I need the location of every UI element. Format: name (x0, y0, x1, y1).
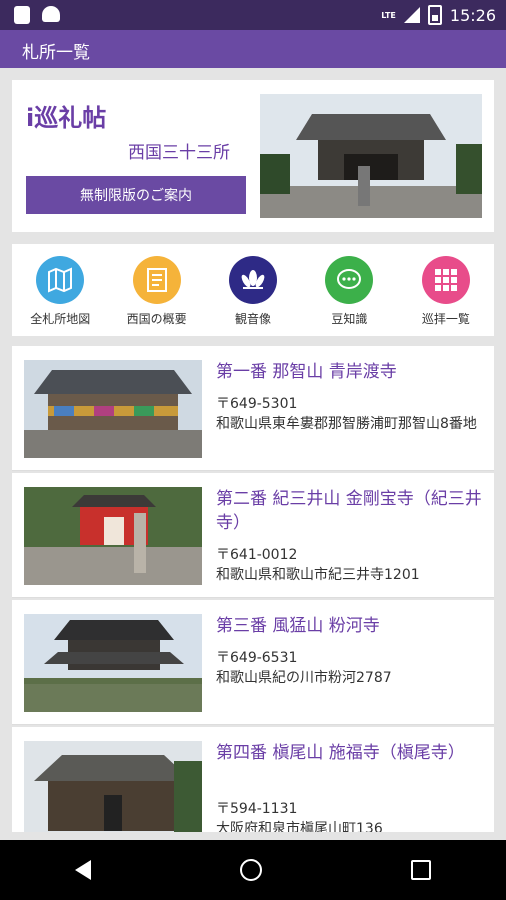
chat-icon (325, 256, 374, 304)
app-bar: 札所一覧 (0, 30, 506, 68)
temple-postal: 〒649-6531 (216, 650, 298, 666)
sd-card-icon (14, 6, 30, 24)
temple-photo (260, 94, 482, 218)
temple-address: 大阪府和泉市槇尾山町136 (216, 821, 383, 832)
menu-item-kannon[interactable]: 観音像 (205, 244, 301, 336)
temple-address: 和歌山県東牟婁郡那智勝浦町那智山8番地 (216, 416, 477, 432)
recent-apps-icon[interactable] (411, 860, 432, 880)
upgrade-button[interactable]: 無制限版のご案内 (26, 176, 246, 214)
page-title: 札所一覧 (22, 43, 90, 63)
status-bar: LTE 15:26 (0, 0, 506, 30)
temple-thumbnail (24, 487, 202, 585)
temple-thumbnail (24, 614, 202, 712)
signal-icon (403, 7, 420, 23)
menu-label: 豆知識 (331, 312, 368, 326)
hero-card: i巡礼帖 西国三十三所 無制限版のご案内 (12, 80, 494, 232)
network-type: LTE (381, 10, 396, 20)
menu-item-pilgrimage-list[interactable]: 巡拝一覧 (398, 244, 494, 336)
clock: 15:26 (449, 5, 496, 25)
back-icon[interactable] (74, 860, 91, 880)
temple-name: 第四番 槇尾山 施福寺（槇尾寺） (216, 743, 465, 763)
list-item[interactable]: 第一番 那智山 青岸渡寺 〒649-5301 和歌山県東牟婁郡那智勝浦町那智山8… (12, 346, 494, 471)
menu-item-map[interactable]: 全札所地図 (12, 244, 108, 336)
menu-label: 西国の概要 (126, 312, 187, 326)
lotus-icon (229, 256, 278, 304)
menu-label: 観音像 (235, 312, 272, 326)
list-item[interactable]: 第二番 紀三井山 金剛宝寺（紀三井寺） 〒641-0012 和歌山県和歌山市紀三… (12, 473, 494, 598)
menu-item-overview[interactable]: 西国の概要 (108, 244, 204, 336)
temple-address: 和歌山県紀の川市粉河2787 (216, 670, 392, 686)
temple-postal: 〒594-1131 (216, 801, 298, 817)
list-item[interactable]: 第四番 槇尾山 施福寺（槇尾寺） 〒594-1131 大阪府和泉市槇尾山町136 (12, 727, 494, 832)
app-brand: i巡礼帖 (26, 104, 107, 132)
menu-item-trivia[interactable]: 豆知識 (301, 244, 397, 336)
home-icon[interactable] (239, 859, 262, 881)
document-icon (132, 256, 181, 304)
menu-row: 全札所地図 西国の概要 観音像 豆知識 巡拝一覧 (12, 244, 494, 336)
grid-icon (421, 256, 470, 304)
temple-postal: 〒649-5301 (216, 396, 298, 412)
temple-thumbnail (24, 741, 202, 832)
hero-subtitle: 西国三十三所 (128, 143, 230, 163)
temple-address: 和歌山県和歌山市紀三井寺1201 (216, 567, 420, 583)
battery-icon (427, 5, 442, 25)
android-icon (42, 6, 60, 22)
menu-label: 全札所地図 (30, 312, 91, 326)
navigation-bar (0, 840, 506, 900)
temple-thumbnail (24, 360, 202, 458)
temple-name: 第二番 紀三井山 金剛宝寺（紀三井寺） (216, 489, 482, 533)
temple-name: 第三番 風猛山 粉河寺 (216, 616, 380, 636)
list-item[interactable]: 第三番 風猛山 粉河寺 〒649-6531 和歌山県紀の川市粉河2787 (12, 600, 494, 725)
temple-name: 第一番 那智山 青岸渡寺 (216, 362, 397, 382)
temple-list: 第一番 那智山 青岸渡寺 〒649-5301 和歌山県東牟婁郡那智勝浦町那智山8… (12, 346, 494, 832)
menu-label: 巡拝一覧 (421, 312, 470, 326)
temple-postal: 〒641-0012 (216, 547, 298, 563)
map-icon (36, 256, 85, 304)
